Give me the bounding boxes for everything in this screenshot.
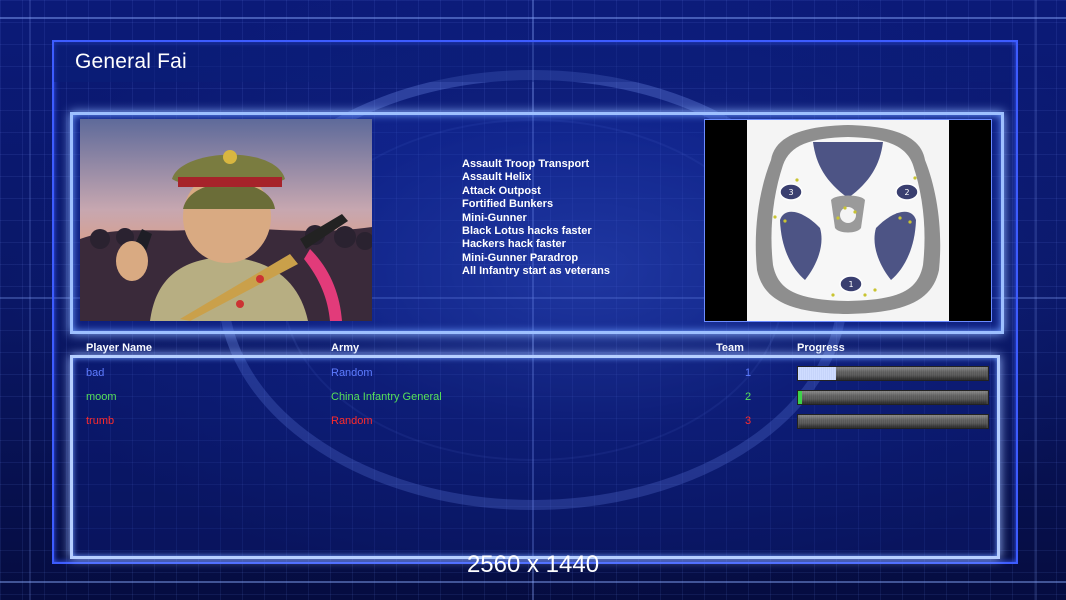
header-army: Army (331, 342, 360, 354)
map-preview: 3 2 1 (704, 119, 992, 322)
trait-item: Assault Helix (462, 171, 532, 184)
general-title: General Fai (75, 50, 187, 73)
player-row: trumb Random 3 (0, 414, 1066, 435)
player-name: trumb (86, 415, 115, 427)
header-team: Team (716, 342, 744, 354)
trait-item: Attack Outpost (462, 184, 541, 197)
trait-item: Black Lotus hacks faster (462, 225, 592, 238)
header-progress: Progress (797, 342, 845, 354)
player-team: 1 (745, 367, 752, 379)
trait-item: All Infantry start as veterans (462, 265, 610, 278)
start-position-3-label: 3 (788, 188, 793, 197)
player-army: Random (331, 415, 373, 427)
trait-item: Hackers hack faster (462, 238, 566, 251)
resolution-label: 2560 x 1440 (466, 551, 600, 578)
player-progress-bar (797, 390, 989, 405)
player-name: bad (86, 367, 105, 379)
player-progress-fill (798, 367, 836, 380)
player-army: Random (331, 367, 373, 379)
player-team: 3 (745, 415, 752, 427)
player-name: moom (86, 391, 117, 403)
player-progress-bar (797, 366, 989, 381)
player-army: China Infantry General (331, 391, 442, 403)
general-traits-list: Assault Troop Transport Assault Helix At… (462, 158, 610, 279)
player-team: 2 (745, 391, 752, 403)
general-portrait (80, 119, 372, 321)
player-row: bad Random 1 (0, 366, 1066, 387)
trait-item: Assault Troop Transport (462, 158, 590, 170)
player-progress-fill (798, 391, 802, 404)
header-player-name: Player Name (86, 342, 153, 354)
trait-item: Fortified Bunkers (462, 198, 554, 211)
trait-item: Mini-Gunner (462, 211, 527, 224)
title-bar (54, 42, 1012, 82)
start-position-1-label: 1 (848, 280, 853, 289)
player-progress-bar (797, 414, 989, 429)
player-row: moom China Infantry General 2 (0, 390, 1066, 411)
start-position-2-label: 2 (904, 188, 909, 197)
trait-item: Mini-Gunner Paradrop (462, 251, 579, 264)
